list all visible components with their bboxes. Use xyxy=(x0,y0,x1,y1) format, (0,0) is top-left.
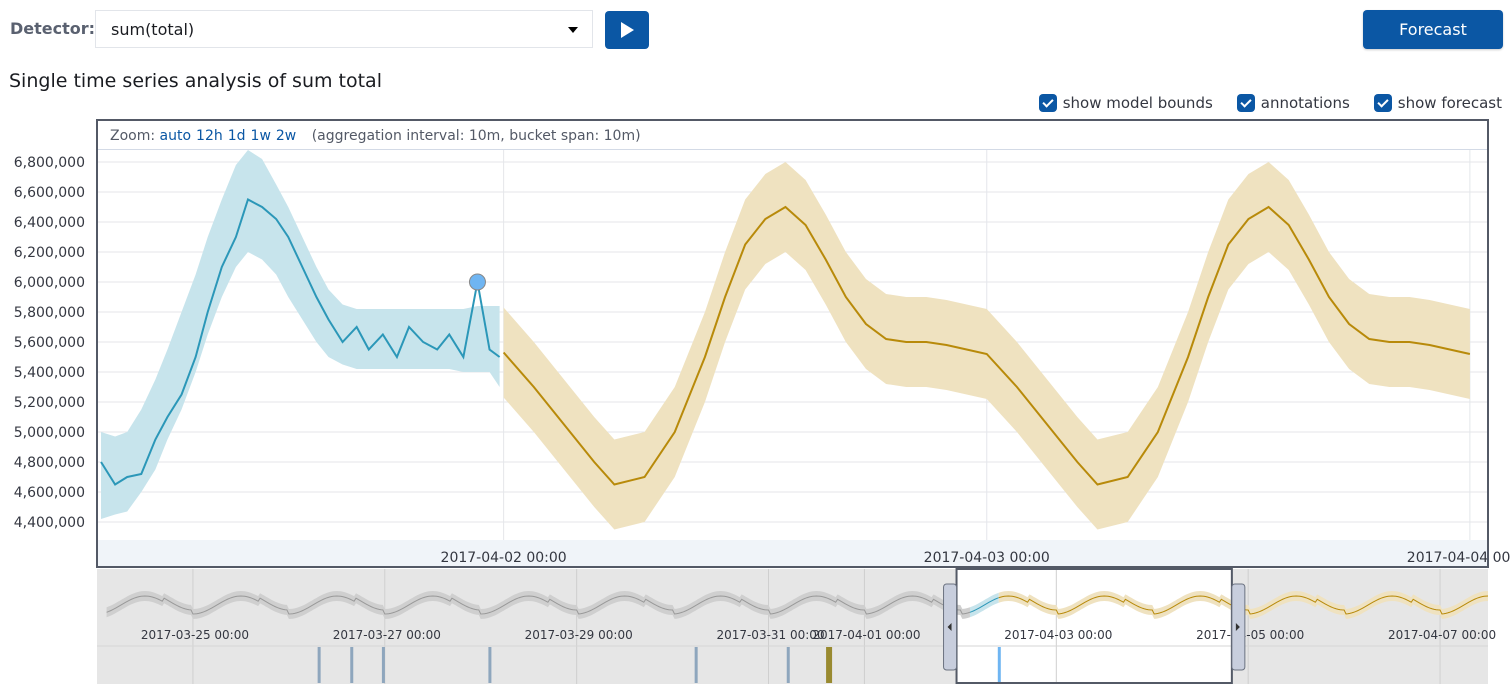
navigator-tick-label: 2017-04-05 00:00 xyxy=(1196,628,1304,642)
swimlane-anomaly-mark xyxy=(786,647,790,683)
zoom-1d[interactable]: 1d xyxy=(228,128,246,144)
swimlane-anomaly-mark xyxy=(317,647,321,683)
chart-frame xyxy=(96,119,1489,568)
y-tick-label: 5,600,000 xyxy=(14,335,85,351)
swimlane-annotation-mark xyxy=(826,647,833,683)
y-tick-label: 5,400,000 xyxy=(14,365,85,381)
y-tick-label: 4,800,000 xyxy=(14,455,85,471)
zoom-1w[interactable]: 1w xyxy=(251,128,271,144)
navigator-tick-label: 2017-03-27 00:00 xyxy=(333,628,441,642)
swimlane-anomaly-mark xyxy=(997,647,1001,683)
navigator-tick-label: 2017-04-01 00:00 xyxy=(812,628,920,642)
zoom-12h[interactable]: 12h xyxy=(196,128,223,144)
navigator-tick-label: 2017-03-31 00:00 xyxy=(716,628,824,642)
navigator-tick-label: 2017-03-29 00:00 xyxy=(525,628,633,642)
y-tick-label: 6,800,000 xyxy=(14,155,85,171)
navigator-tick-label: 2017-04-03 00:00 xyxy=(1004,628,1112,642)
zoom-2w[interactable]: 2w xyxy=(276,128,296,144)
y-tick-label: 5,800,000 xyxy=(14,305,85,321)
y-tick-label: 4,400,000 xyxy=(14,515,85,531)
aggregation-info: (aggregation interval: 10m, bucket span:… xyxy=(311,128,641,144)
swimlane-anomaly-mark xyxy=(381,647,385,683)
swimlane-anomaly-mark xyxy=(488,647,492,683)
y-tick-label: 5,200,000 xyxy=(14,395,85,411)
swimlane-anomaly-mark xyxy=(350,647,354,683)
zoom-bar: Zoom: auto 12h 1d 1w 2w (aggregation interva… xyxy=(110,128,641,144)
y-tick-label: 6,200,000 xyxy=(14,245,85,261)
y-tick-label: 6,400,000 xyxy=(14,215,85,231)
y-tick-label: 4,600,000 xyxy=(14,485,85,501)
y-tick-label: 6,000,000 xyxy=(14,275,85,291)
navigator[interactable] xyxy=(97,569,1488,684)
navigator-tick-label: 2017-03-25 00:00 xyxy=(141,628,249,642)
navigator-tick-label: 2017-04-07 00:00 xyxy=(1388,628,1496,642)
y-tick-label: 6,600,000 xyxy=(14,185,85,201)
zoom-auto[interactable]: auto xyxy=(160,128,192,144)
y-tick-label: 5,000,000 xyxy=(14,425,85,441)
swimlane-anomaly-mark xyxy=(694,647,698,683)
